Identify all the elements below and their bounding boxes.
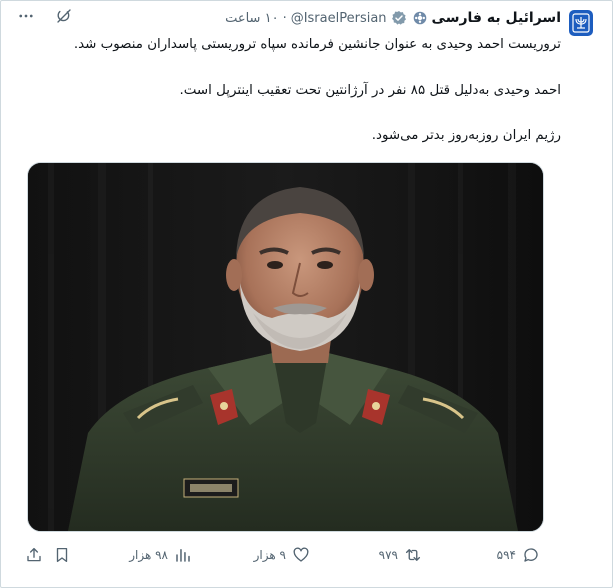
header-actions (16, 6, 74, 26)
timestamp[interactable]: ۱۰ ساعت (225, 11, 278, 26)
retweet-count: ۹۷۹ (378, 548, 398, 562)
reply-count: ۵۹۴ (496, 548, 516, 562)
tweet[interactable]: اسرائیل به فارسی @IsraelPersian · ۱۰ ساع… (0, 0, 611, 586)
israel-emblem-icon (572, 13, 590, 33)
share-icon (24, 545, 44, 565)
more-icon[interactable] (16, 6, 36, 26)
views-button[interactable]: ۹۸ هزار (129, 542, 193, 568)
retweet-icon (403, 545, 423, 565)
heart-icon (291, 545, 311, 565)
display-name[interactable]: اسرائیل به فارسی (432, 10, 561, 26)
verified-badge-icon (391, 10, 407, 26)
separator-dot: · (282, 10, 287, 26)
grok-icon[interactable] (54, 6, 74, 26)
flower-badge-icon (413, 11, 428, 26)
views-chart-icon (173, 545, 193, 565)
photo-of-man-in-military-uniform (28, 163, 543, 531)
handle[interactable]: @IsraelPersian (291, 11, 387, 26)
reply-icon (521, 545, 541, 565)
tweet-text-line-2: احمد وحیدی به‌دلیل قتل ۸۵ نفر در آرژانتی… (179, 83, 562, 98)
bookmark-icon (52, 545, 72, 565)
like-button[interactable]: ۹ هزار (254, 542, 311, 568)
tweet-actions: ۵۹۴ ۹۷۹ ۹ هزار ۹۸ هزار (0, 542, 611, 568)
avatar[interactable] (569, 10, 593, 36)
tweet-text-line-1: تروریست احمد وحیدی به عنوان جانشین فرمان… (73, 37, 561, 52)
tweet-media-photo[interactable] (27, 162, 544, 532)
views-count: ۹۸ هزار (129, 548, 168, 562)
retweet-button[interactable]: ۹۷۹ (379, 542, 423, 568)
tweet-header: اسرائیل به فارسی @IsraelPersian · ۱۰ ساع… (225, 8, 561, 28)
share-button[interactable] (24, 542, 44, 568)
reply-button[interactable]: ۵۹۴ (497, 542, 541, 568)
like-count: ۹ هزار (253, 548, 286, 562)
bookmark-button[interactable] (52, 542, 72, 568)
tweet-text-line-3: رژیم ایران روزبه‌روز بدتر می‌شود. (371, 128, 561, 143)
